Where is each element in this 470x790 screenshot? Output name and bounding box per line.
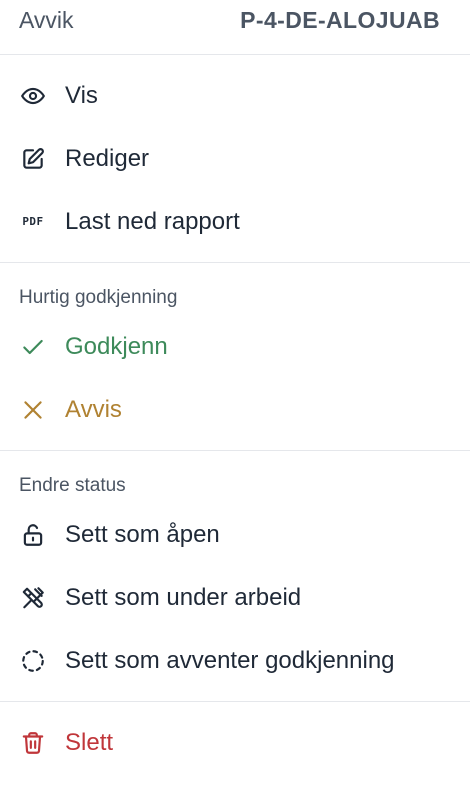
dashed-circle-icon bbox=[19, 647, 47, 675]
set-pending-approval-menu-item[interactable]: Sett som avventer godkjenning bbox=[0, 629, 470, 692]
approve-menu-item[interactable]: Godkjenn bbox=[0, 315, 470, 378]
section-label-change-status: Endre status bbox=[19, 475, 126, 496]
trash-icon bbox=[19, 729, 47, 757]
download-report-menu-item[interactable]: PDF Last ned rapport bbox=[0, 190, 470, 253]
download-report-label: Last ned rapport bbox=[65, 207, 240, 235]
danger-section: Slett bbox=[0, 702, 470, 774]
set-open-label: Sett som åpen bbox=[65, 520, 220, 548]
section-label-quick-approval: Hurtig godkjenning bbox=[19, 287, 178, 308]
delete-menu-item[interactable]: Slett bbox=[0, 711, 470, 774]
menu-header: Avvik P-4-DE-ALOJUAB bbox=[0, 0, 470, 54]
pdf-icon-text: PDF bbox=[22, 215, 44, 228]
set-pending-approval-label: Sett som avventer godkjenning bbox=[65, 646, 395, 674]
edit-label: Rediger bbox=[65, 144, 150, 172]
view-menu-item[interactable]: Vis bbox=[0, 64, 470, 127]
set-in-progress-label: Sett som under arbeid bbox=[65, 583, 302, 611]
actions-section: Vis Rediger PDF Last ned rapport bbox=[0, 55, 470, 262]
eye-icon bbox=[19, 82, 47, 110]
quick-approval-section: Hurtig godkjenning Godkjenn Avvis bbox=[0, 263, 470, 450]
delete-label: Slett bbox=[65, 728, 114, 756]
view-label: Vis bbox=[65, 81, 98, 109]
deviation-reference: P-4-DE-ALOJUAB bbox=[240, 7, 440, 33]
pdf-icon: PDF bbox=[19, 208, 47, 236]
reject-label: Avvis bbox=[65, 395, 122, 423]
change-status-section: Endre status Sett som åpen Sett som unde… bbox=[0, 451, 470, 701]
set-open-menu-item[interactable]: Sett som åpen bbox=[0, 503, 470, 566]
tools-icon bbox=[19, 584, 47, 612]
edit-menu-item[interactable]: Rediger bbox=[0, 127, 470, 190]
edit-icon bbox=[19, 145, 47, 173]
menu-title: Avvik bbox=[19, 7, 74, 33]
context-menu: Avvik P-4-DE-ALOJUAB Vis Rediger PDF Las… bbox=[0, 0, 470, 790]
reject-menu-item[interactable]: Avvis bbox=[0, 378, 470, 441]
unlock-icon bbox=[19, 521, 47, 549]
check-icon bbox=[19, 333, 47, 361]
approve-label: Godkjenn bbox=[65, 332, 168, 360]
x-icon bbox=[19, 396, 47, 424]
set-in-progress-menu-item[interactable]: Sett som under arbeid bbox=[0, 566, 470, 629]
